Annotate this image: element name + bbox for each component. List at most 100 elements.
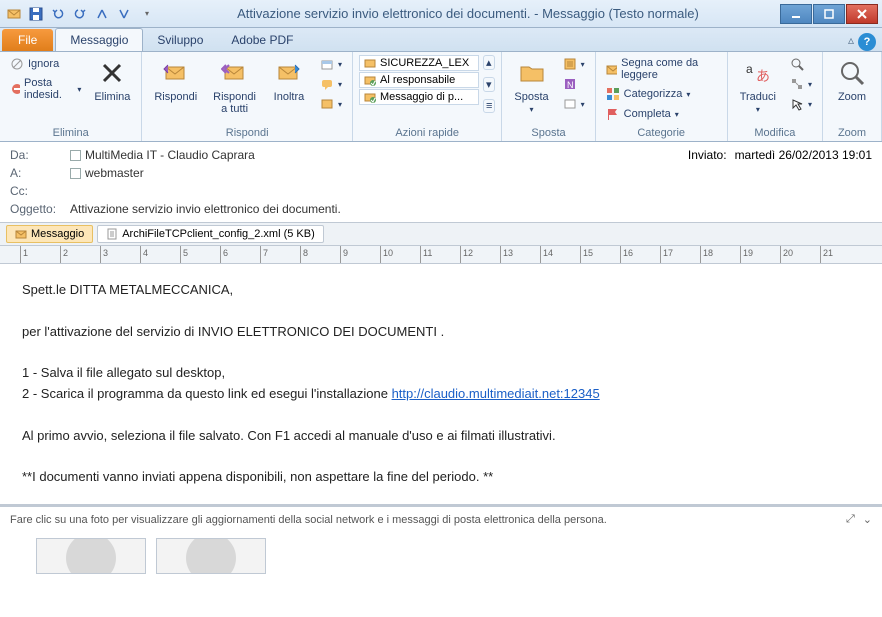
quick-step-responsabile-label: Al responsabile [380,74,455,86]
reply-icon [160,57,192,89]
group-elimina-label: Elimina [6,125,135,141]
mail-icon[interactable] [4,4,24,24]
file-tab[interactable]: File [2,29,53,51]
maximize-button[interactable] [813,4,845,24]
rispondi-tutti-label: Rispondi a tutti [213,91,256,115]
im-button[interactable]: ▾ [316,75,346,93]
person-thumbnail[interactable] [36,538,146,574]
tab-adobe[interactable]: Adobe PDF [217,29,307,51]
ruler[interactable]: 123456789101112131415161718192021 [0,246,882,264]
message-headers: Da: MultiMedia IT - Claudio Caprara Invi… [0,142,882,223]
body-line: Al primo avvio, seleziona il file salvat… [22,426,860,447]
attachment-tabs: Messaggio ArchiFileTCPclient_config_2.xm… [0,223,882,246]
quick-access-toolbar [4,4,156,24]
tab-attachment-file[interactable]: ArchiFileTCPclient_config_2.xml (5 KB) [97,225,324,243]
segna-da-leggere-button[interactable]: Segna come da leggere [602,55,721,83]
ignora-button[interactable]: Ignora [6,55,85,73]
message-body[interactable]: Spett.le DITTA METALMECCANICA, per l'att… [0,264,882,504]
cc-label: Cc: [10,184,70,198]
body-line: 1 - Salva il file allegato sul desktop, [22,363,860,384]
quick-step-expand-button[interactable]: ≡ [483,99,495,113]
from-label: Da: [10,148,70,162]
elimina-button[interactable]: Elimina [89,55,135,105]
onenote-button[interactable]: N [559,75,589,93]
inoltra-label: Inoltra [274,91,305,103]
person-thumbnail[interactable] [156,538,266,574]
completa-label: Completa [624,108,671,120]
quick-step-messaggio-label: Messaggio di p... [380,91,463,103]
rules-button[interactable]: ▾ [559,55,589,73]
related-button[interactable]: ▾ [786,75,816,93]
rispondi-label: Rispondi [154,91,197,103]
reply-all-icon [219,57,251,89]
sposta-label: Sposta [514,91,548,103]
tab-attachment-label: ArchiFileTCPclient_config_2.xml (5 KB) [122,228,315,240]
collapse-icon[interactable]: ⌄ [863,513,872,526]
prev-icon[interactable] [92,4,112,24]
chevron-down-icon: ▾ [530,105,534,114]
group-rispondi: Rispondi Rispondi a tutti Inoltra ▾ ▾ ▾ … [142,52,353,141]
presence-icon [70,150,81,161]
meeting-button[interactable]: ▾ [316,55,346,73]
group-zoom-label: Zoom [829,125,875,141]
posta-indesiderata-button[interactable]: Posta indesid.▾ [6,75,85,103]
zoom-icon [836,57,868,89]
ribbon-minimize-icon[interactable]: ▵ [848,33,854,51]
group-sposta-label: Sposta [508,125,588,141]
completa-button[interactable]: Completa▾ [602,105,721,123]
traduci-button[interactable]: aあ Traduci▾ [734,55,782,117]
group-azioni-label: Azioni rapide [359,125,495,141]
people-thumbnails [0,532,882,580]
tab-sviluppo[interactable]: Sviluppo [143,29,217,51]
group-zoom: Zoom Zoom [823,52,882,141]
to-label: A: [10,166,70,180]
delete-icon [96,57,128,89]
tab-messaggio[interactable]: Messaggio [55,28,143,51]
svg-text:a: a [746,62,753,76]
zoom-button[interactable]: Zoom [829,55,875,105]
elimina-label: Elimina [94,91,130,103]
quick-step-responsabile[interactable]: Al responsabile [359,72,479,88]
help-button[interactable]: ? [858,33,876,51]
rispondi-tutti-button[interactable]: Rispondi a tutti [207,55,262,117]
svg-text:あ: あ [756,68,770,84]
window-controls [780,4,878,24]
sposta-button[interactable]: Sposta ▾ [508,55,554,117]
posta-indesiderata-label: Posta indesid. [24,77,73,101]
close-button[interactable] [846,4,878,24]
body-line: 2 - Scarica il programma da questo link … [22,384,860,405]
group-categorie-label: Categorie [602,125,721,141]
sent-value: martedì 26/02/2013 19:01 [735,148,872,162]
expand-icon[interactable]: ⤢ [846,513,855,526]
social-text: Fare clic su una foto per visualizzare g… [10,514,607,526]
minimize-button[interactable] [780,4,812,24]
qat-customize-icon[interactable] [136,4,156,24]
tab-message-body[interactable]: Messaggio [6,225,93,243]
translate-icon: aあ [742,57,774,89]
save-icon[interactable] [26,4,46,24]
more-respond-button[interactable]: ▾ [316,95,346,113]
group-rispondi-label: Rispondi [148,125,346,141]
inoltra-button[interactable]: Inoltra [266,55,312,105]
categorizza-button[interactable]: Categorizza▾ [602,85,721,103]
quick-step-down-button[interactable]: ▾ [483,77,495,92]
next-icon[interactable] [114,4,134,24]
find-button[interactable] [786,55,816,73]
group-sposta: Sposta ▾ ▾ N ▾ Sposta [502,52,595,141]
install-link[interactable]: http://claudio.multimediait.net:12345 [392,386,600,401]
quick-step-messaggio-posta[interactable]: Messaggio di p... [359,89,479,105]
categorizza-label: Categorizza [624,88,683,100]
undo-icon[interactable] [48,4,68,24]
chevron-down-icon: ▾ [808,80,812,89]
quick-step-up-button[interactable]: ▴ [483,55,495,70]
ignora-label: Ignora [28,58,59,70]
quick-step-sicurezza[interactable]: SICUREZZA_LEX [359,55,479,71]
actions-button[interactable]: ▾ [559,95,589,113]
chevron-down-icon: ▾ [338,80,342,89]
select-button[interactable]: ▾ [786,95,816,113]
chevron-down-icon: ▾ [581,100,585,109]
chevron-down-icon: ▾ [338,60,342,69]
group-categorie: Segna come da leggere Categorizza▾ Compl… [596,52,728,141]
rispondi-button[interactable]: Rispondi [148,55,203,105]
redo-icon[interactable] [70,4,90,24]
